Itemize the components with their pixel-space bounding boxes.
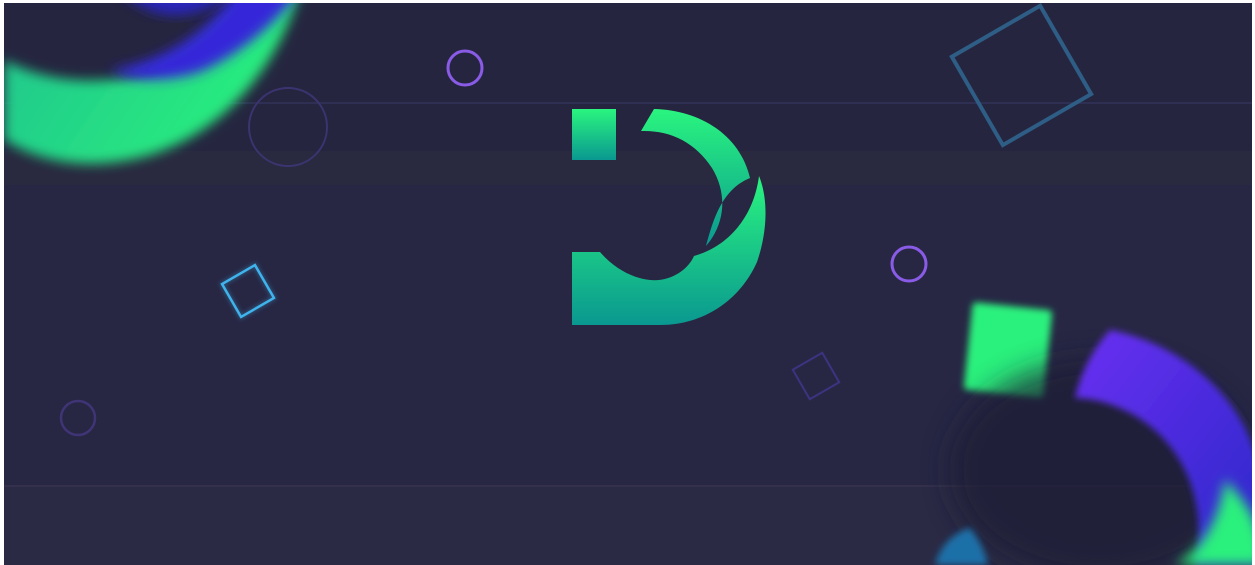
banner-canvas (0, 0, 1255, 565)
brand-banner (0, 0, 1255, 565)
